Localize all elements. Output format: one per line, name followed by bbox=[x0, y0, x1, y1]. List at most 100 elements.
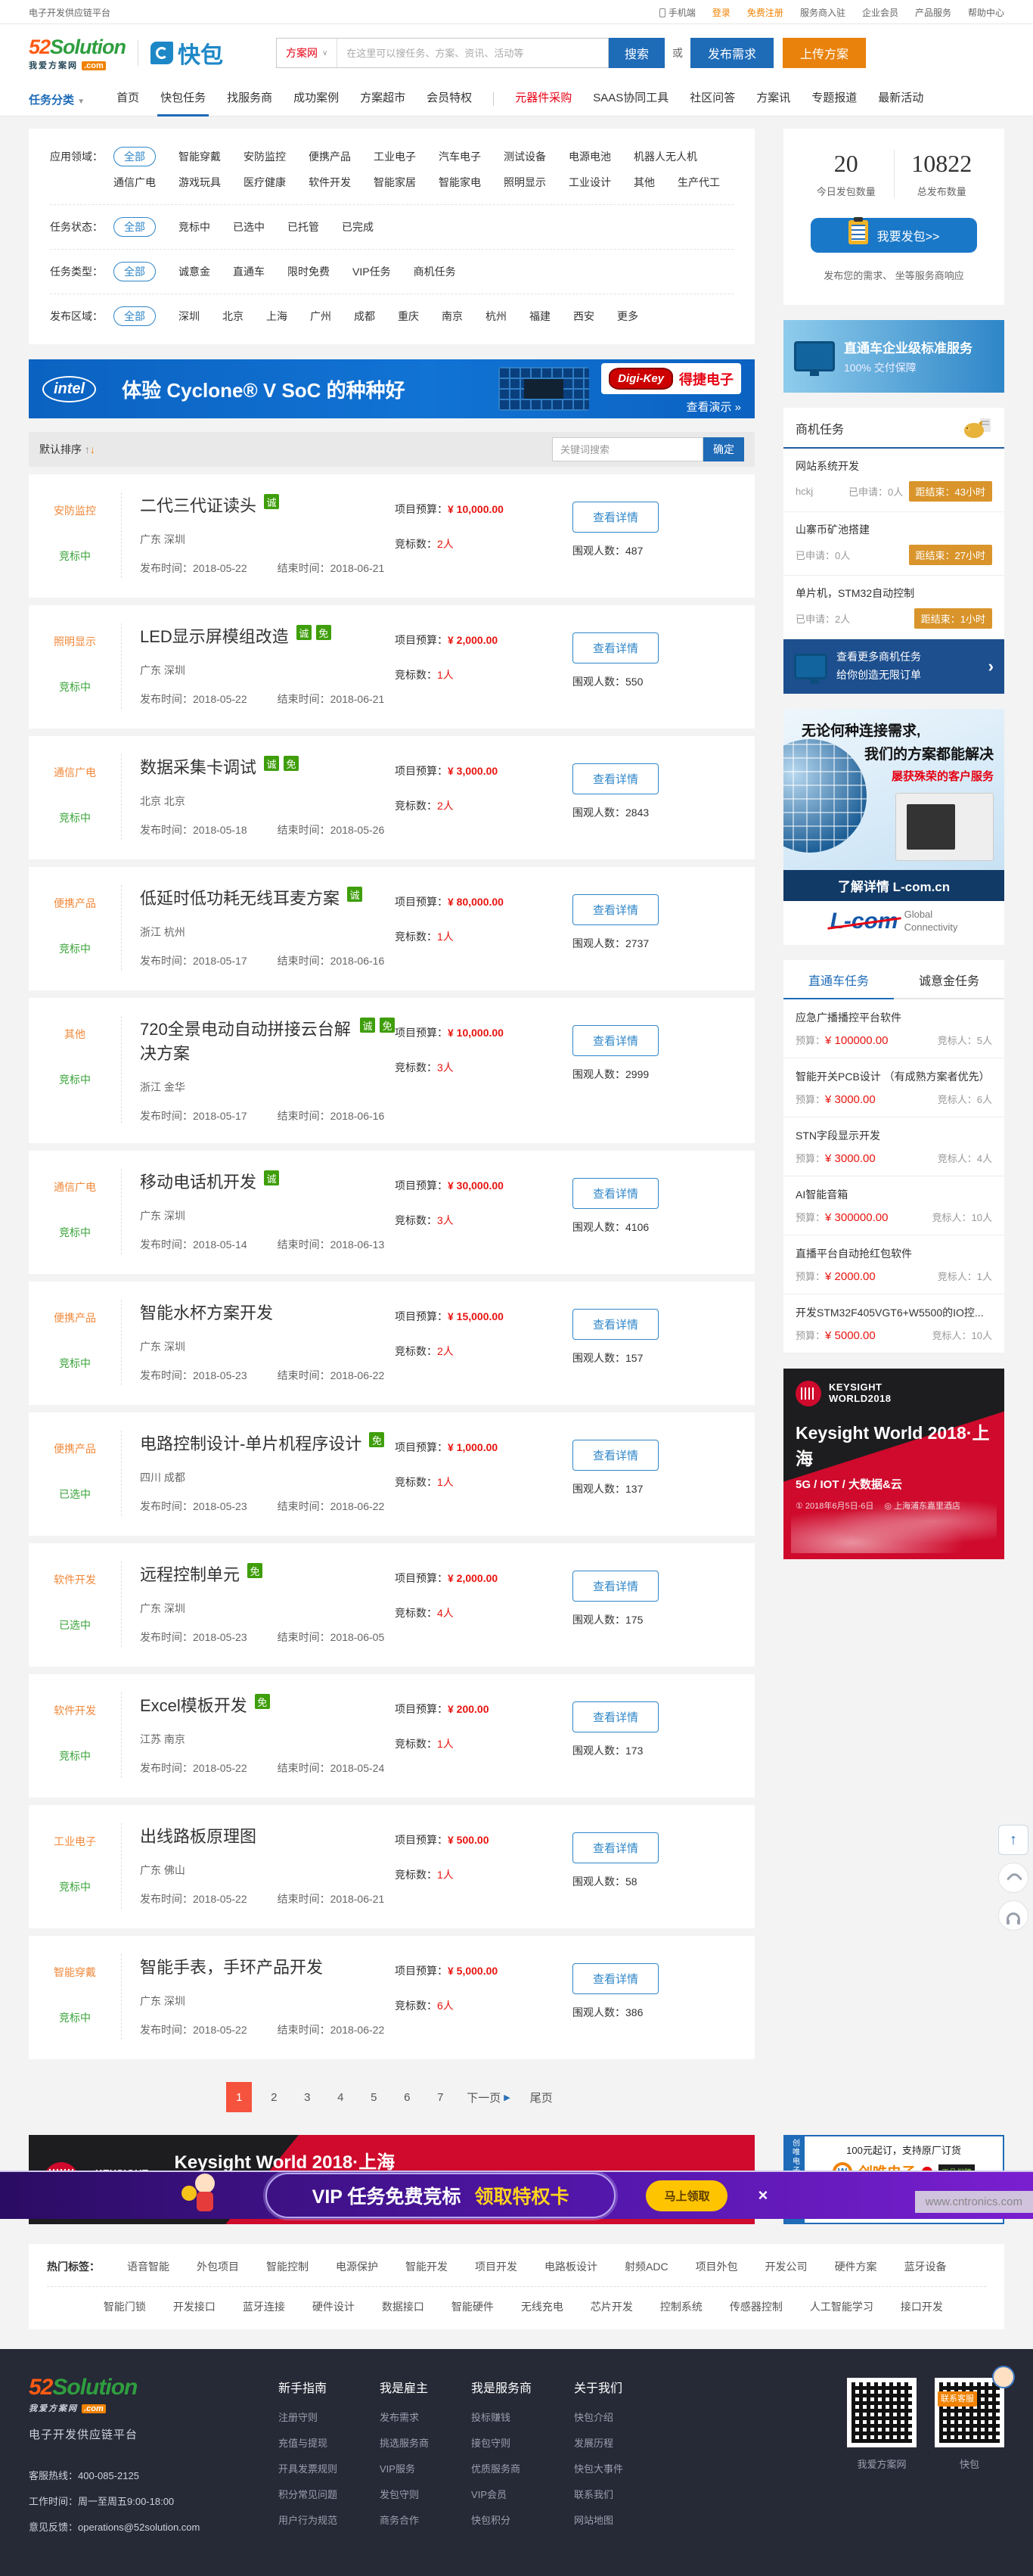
business-task-title[interactable]: 单片机，STM32自动控制 bbox=[796, 586, 992, 601]
tag-硬件方案[interactable]: 硬件方案 bbox=[835, 2259, 877, 2274]
filter-option-医疗健康[interactable]: 医疗健康 bbox=[244, 172, 286, 192]
tag-射频ADC[interactable]: 射频ADC bbox=[625, 2259, 669, 2274]
task-row[interactable]: 便携产品竞标中低延时低功耗无线耳麦方案诚浙江 杭州发布时间：2018-05-17… bbox=[29, 867, 755, 990]
footer-link-VIP会员[interactable]: VIP会员 bbox=[471, 2487, 532, 2501]
page-4[interactable]: 4 bbox=[329, 2082, 352, 2112]
footer-link-开具发票规则[interactable]: 开具发票规则 bbox=[278, 2461, 337, 2475]
next-page-button[interactable]: 下一页▶ bbox=[462, 2082, 514, 2112]
ttc-task-item[interactable]: 应急广播播控平台软件预算：¥ 100000.00竞标人：5人 bbox=[783, 999, 1004, 1058]
filter-option-智能家居[interactable]: 智能家居 bbox=[374, 172, 416, 192]
tag-传感器控制[interactable]: 传感器控制 bbox=[730, 2299, 783, 2314]
task-row[interactable]: 其他竞标中720全景电动自动拼接云台解决方案诚免浙江 金华发布时间：2018-0… bbox=[29, 998, 755, 1143]
contact-service-tag[interactable]: 联系客服 bbox=[938, 2391, 977, 2407]
task-row[interactable]: 便携产品已选中电路控制设计-单片机程序设计免四川 成都发布时间：2018-05-… bbox=[29, 1412, 755, 1536]
filter-option-重庆[interactable]: 重庆 bbox=[398, 306, 419, 326]
topbar-link-免费注册[interactable]: 免费注册 bbox=[747, 6, 783, 19]
filter-option-生产代工[interactable]: 生产代工 bbox=[678, 172, 720, 192]
ttc-task-title[interactable]: 开发STM32F405VGT6+W5500的IO控... bbox=[796, 1305, 992, 1320]
filter-option-通信广电[interactable]: 通信广电 bbox=[113, 172, 156, 192]
filter-option-诚意金[interactable]: 诚意金 bbox=[178, 262, 210, 281]
view-demo-link[interactable]: 查看演示 » bbox=[686, 399, 741, 415]
task-title[interactable]: 出线路板原理图 bbox=[140, 1823, 256, 1847]
nav-item-专题报道[interactable]: 专题报道 bbox=[811, 82, 857, 117]
task-title[interactable]: 智能手表，手环产品开发 bbox=[140, 1954, 323, 1978]
task-title[interactable]: 低延时低功耗无线耳麦方案 bbox=[140, 885, 340, 909]
footer-link-积分常见问题[interactable]: 积分常见问题 bbox=[278, 2487, 337, 2501]
business-task-title[interactable]: 山寨币矿池搭建 bbox=[796, 522, 992, 537]
business-task-item[interactable]: 网站系统开发hckj已申请：0人距结束：43小时 bbox=[783, 449, 1004, 512]
tab-直通车任务[interactable]: 直通车任务 bbox=[783, 960, 894, 999]
tag-电源保护[interactable]: 电源保护 bbox=[336, 2259, 378, 2274]
filter-all-chip[interactable]: 全部 bbox=[113, 217, 156, 237]
last-page-button[interactable]: 尾页 bbox=[526, 2082, 557, 2112]
phone-contact-button[interactable] bbox=[998, 1863, 1028, 1893]
footer-logo[interactable]: 52Solution 我爱方案网 .com bbox=[29, 2375, 278, 2414]
footer-link-联系我们[interactable]: 联系我们 bbox=[574, 2487, 623, 2501]
ttc-service-ad[interactable]: 直通车企业级标准服务 100% 交付保障 bbox=[783, 320, 1004, 393]
view-detail-button[interactable]: 查看详情 bbox=[572, 1025, 659, 1056]
close-icon[interactable]: × bbox=[758, 2186, 768, 2205]
filter-option-安防监控[interactable]: 安防监控 bbox=[244, 147, 286, 166]
footer-link-商务合作[interactable]: 商务合作 bbox=[380, 2512, 429, 2527]
task-row[interactable]: 通信广电竞标中数据采集卡调试诚免北京 北京发布时间：2018-05-18结束时间… bbox=[29, 736, 755, 859]
back-to-top-button[interactable]: ↑ bbox=[998, 1825, 1028, 1855]
tag-开发接口[interactable]: 开发接口 bbox=[173, 2299, 216, 2314]
customer-service-button[interactable] bbox=[998, 1900, 1028, 1931]
tag-控制系统[interactable]: 控制系统 bbox=[660, 2299, 703, 2314]
footer-link-快包积分[interactable]: 快包积分 bbox=[471, 2512, 532, 2527]
filter-option-直通车[interactable]: 直通车 bbox=[233, 262, 265, 281]
task-row[interactable]: 通信广电竞标中移动电话机开发诚广东 深圳发布时间：2018-05-14结束时间：… bbox=[29, 1151, 755, 1274]
ttc-task-title[interactable]: STN字段显示开发 bbox=[796, 1128, 992, 1143]
nav-item-元器件采购[interactable]: 元器件采购 bbox=[515, 82, 572, 117]
filter-option-成都[interactable]: 成都 bbox=[354, 306, 375, 326]
ttc-task-title[interactable]: AI智能音箱 bbox=[796, 1187, 992, 1202]
tag-电路板设计[interactable]: 电路板设计 bbox=[544, 2259, 597, 2274]
tag-开发公司[interactable]: 开发公司 bbox=[765, 2259, 808, 2274]
footer-link-优质服务商[interactable]: 优质服务商 bbox=[471, 2461, 532, 2475]
task-row[interactable]: 便携产品竞标中智能水杯方案开发广东 深圳发布时间：2018-05-23结束时间：… bbox=[29, 1282, 755, 1405]
footer-link-注册守则[interactable]: 注册守则 bbox=[278, 2410, 337, 2424]
task-row[interactable]: 软件开发竞标中Excel模板开发免江苏 南京发布时间：2018-05-22结束时… bbox=[29, 1674, 755, 1798]
filter-option-上海[interactable]: 上海 bbox=[266, 306, 287, 326]
filter-option-北京[interactable]: 北京 bbox=[222, 306, 244, 326]
footer-link-发展历程[interactable]: 发展历程 bbox=[574, 2435, 623, 2450]
ttc-task-item[interactable]: 智能开关PCB设计 （有成熟方案者优先）预算：¥ 3000.00竞标人：6人 bbox=[783, 1058, 1004, 1117]
tag-人工智能学习[interactable]: 人工智能学习 bbox=[810, 2299, 873, 2314]
task-title[interactable]: Excel模板开发 bbox=[140, 1692, 247, 1717]
kuaibao-logo[interactable]: 快包 bbox=[150, 36, 223, 70]
view-detail-button[interactable]: 查看详情 bbox=[572, 1701, 659, 1732]
tab-诚意金任务[interactable]: 诚意金任务 bbox=[894, 960, 1004, 999]
tag-接口开发[interactable]: 接口开发 bbox=[901, 2299, 943, 2314]
view-detail-button[interactable]: 查看详情 bbox=[572, 1309, 659, 1340]
filter-option-已完成[interactable]: 已完成 bbox=[342, 217, 374, 237]
view-detail-button[interactable]: 查看详情 bbox=[572, 632, 659, 663]
tag-芯片开发[interactable]: 芯片开发 bbox=[591, 2299, 633, 2314]
tag-蓝牙连接[interactable]: 蓝牙连接 bbox=[243, 2299, 285, 2314]
nav-item-SAAS协同工具[interactable]: SAAS协同工具 bbox=[593, 82, 669, 117]
tag-项目开发[interactable]: 项目开发 bbox=[475, 2259, 517, 2274]
lcom-ad[interactable]: 无论何种连接需求, 我们的方案都能解决 屡获殊荣的客户服务 了解详情 L-com… bbox=[783, 709, 1004, 945]
ttc-task-item[interactable]: 直播平台自动抢红包软件预算：¥ 2000.00竞标人：1人 bbox=[783, 1235, 1004, 1294]
task-row[interactable]: 安防监控竞标中二代三代证读头诚广东 深圳发布时间：2018-05-22结束时间：… bbox=[29, 474, 755, 598]
ttc-task-item[interactable]: AI智能音箱预算：¥ 300000.00竞标人：10人 bbox=[783, 1176, 1004, 1235]
task-title[interactable]: 数据采集卡调试 bbox=[140, 754, 256, 778]
view-detail-button[interactable]: 查看详情 bbox=[572, 502, 659, 533]
search-button[interactable]: 搜索 bbox=[609, 38, 665, 68]
nav-item-成功案例[interactable]: 成功案例 bbox=[293, 82, 339, 117]
more-business-tasks-banner[interactable]: 查看更多商机任务 给你创造无限订单 › bbox=[783, 639, 1004, 694]
business-task-item[interactable]: 山寨币矿池搭建已申请：0人距结束：27小时 bbox=[783, 512, 1004, 576]
filter-option-游戏玩具[interactable]: 游戏玩具 bbox=[178, 172, 221, 192]
upload-solution-button[interactable]: 上传方案 bbox=[783, 38, 866, 68]
nav-item-方案讯[interactable]: 方案讯 bbox=[756, 82, 790, 117]
filter-option-照明显示[interactable]: 照明显示 bbox=[504, 172, 546, 192]
keyword-confirm-button[interactable]: 确定 bbox=[703, 437, 744, 461]
task-row[interactable]: 照明显示竞标中LED显示屏模组改造诚免广东 深圳发布时间：2018-05-22结… bbox=[29, 605, 755, 729]
task-category-menu[interactable]: 任务分类 ▼ bbox=[29, 92, 85, 107]
filter-option-工业电子[interactable]: 工业电子 bbox=[374, 147, 416, 166]
tag-语音智能[interactable]: 语音智能 bbox=[127, 2259, 169, 2274]
filter-option-测试设备[interactable]: 测试设备 bbox=[504, 147, 546, 166]
tag-智能硬件[interactable]: 智能硬件 bbox=[451, 2299, 494, 2314]
topbar-link-产品服务[interactable]: 产品服务 bbox=[915, 6, 951, 19]
claim-now-button[interactable]: 马上领取 bbox=[646, 2180, 727, 2211]
filter-option-深圳[interactable]: 深圳 bbox=[178, 306, 200, 326]
